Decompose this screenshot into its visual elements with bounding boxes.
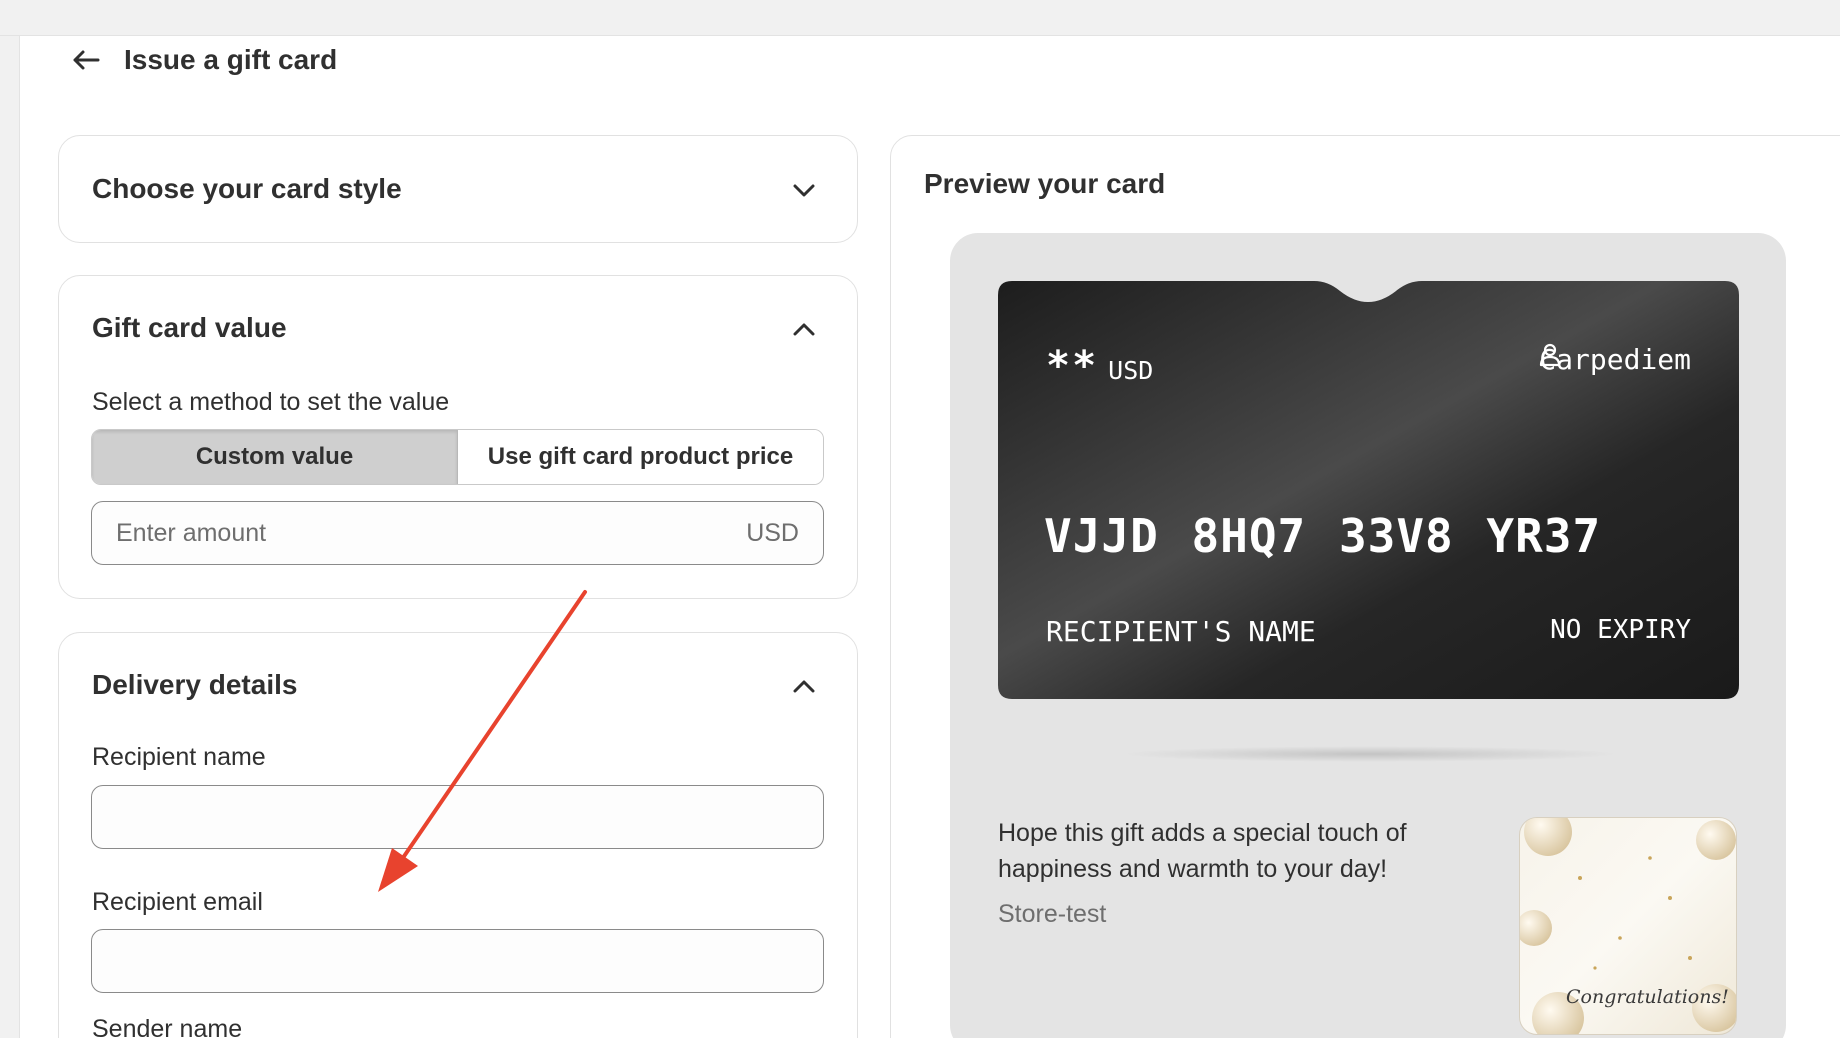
chevron-down-icon[interactable] <box>791 178 817 204</box>
preview-title: Preview your card <box>924 168 1166 199</box>
card-amount: ** USD <box>1046 343 1153 389</box>
card-currency: USD <box>1108 356 1154 385</box>
congratulations-text: Congratulations! <box>1566 986 1729 1008</box>
currency-suffix: USD <box>746 518 799 547</box>
custom-value-button[interactable]: Custom value <box>92 430 458 484</box>
card-code: VJJD 8HQ7 33V8 YR37 <box>1044 509 1602 563</box>
left-rail <box>0 36 20 1038</box>
recipient-email-label: Recipient email <box>92 888 263 916</box>
sender-name-label: Sender name <box>92 1015 243 1038</box>
product-price-button[interactable]: Use gift card product price <box>458 430 823 484</box>
card-recipient: RECIPIENT'S NAME <box>1046 615 1316 648</box>
user-icon <box>1540 343 1561 367</box>
page-header: Issue a gift card <box>70 38 337 82</box>
recipient-name-input[interactable] <box>116 802 799 832</box>
card-expiry: NO EXPIRY <box>1550 615 1691 645</box>
recipient-email-input[interactable] <box>116 946 799 976</box>
arrow-left-icon <box>73 50 100 70</box>
card-style-title: Choose your card style <box>92 173 402 204</box>
card-shadow <box>1120 746 1620 762</box>
sender-store: Store-test <box>998 900 1107 928</box>
amount-input[interactable] <box>116 518 747 548</box>
page-title: Issue a gift card <box>124 44 338 75</box>
chevron-up-icon[interactable] <box>791 673 817 699</box>
card-store: Carpediem <box>1539 343 1691 376</box>
chevron-up-icon[interactable] <box>791 316 817 342</box>
gift-message: Hope this gift adds a special touch of h… <box>998 819 1407 883</box>
back-button[interactable] <box>70 44 102 76</box>
gift-value-title: Gift card value <box>92 312 287 343</box>
amount-field[interactable]: USD <box>91 501 824 565</box>
browser-top-bar <box>0 0 1840 36</box>
recipient-name-label: Recipient name <box>92 743 266 771</box>
delivery-title: Delivery details <box>92 669 298 700</box>
recipient-name-field[interactable] <box>91 785 824 849</box>
card-store-name: Carpediem <box>1539 343 1691 376</box>
congratulations-thumbnail[interactable]: Congratulations! <box>1519 817 1737 1035</box>
card-amount-value: ** <box>1046 343 1099 389</box>
recipient-email-field[interactable] <box>91 929 824 993</box>
value-method-toggle: Custom value Use gift card product price <box>91 429 824 485</box>
method-label: Select a method to set the value <box>92 388 450 416</box>
gift-card-preview: ** USD Carpediem VJJD 8HQ7 33V8 YR37 REC… <box>998 281 1739 699</box>
